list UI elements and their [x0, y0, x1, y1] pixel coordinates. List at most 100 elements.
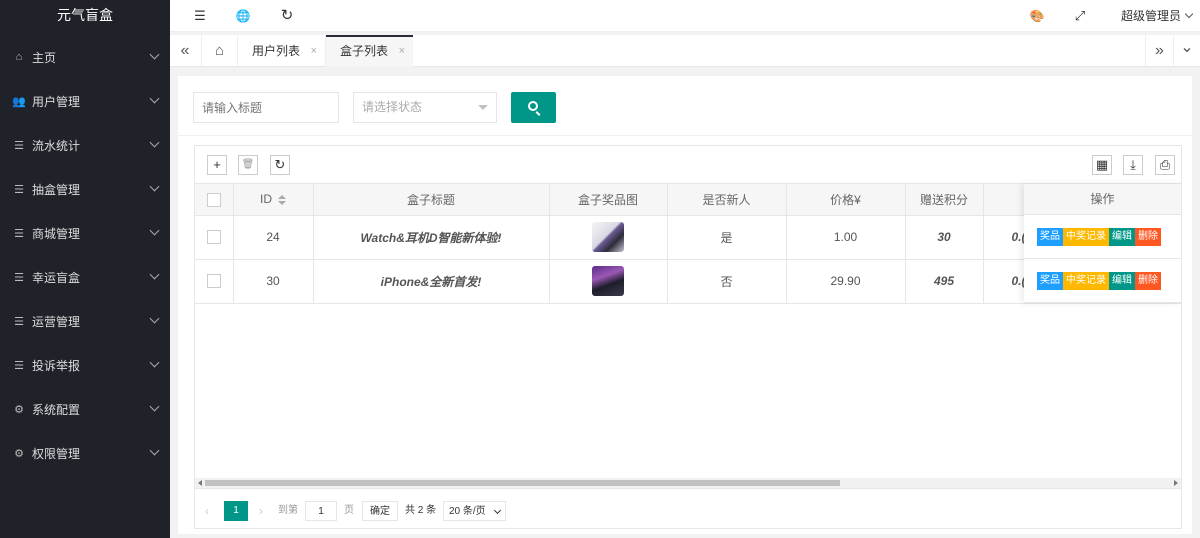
- cell-is-new: 否: [667, 259, 787, 304]
- dropdown-caret-icon: [478, 105, 488, 110]
- pagination: ‹ 1 › 到第 1 页 确定 共 2 条 20 条/页: [195, 488, 1181, 528]
- sidebar-item-label: 用户管理: [32, 94, 81, 109]
- close-icon[interactable]: ×: [399, 35, 405, 67]
- sidebar-item-complaints[interactable]: ☰ 投诉举报: [0, 343, 170, 387]
- sidebar-item-operations[interactable]: ☰ 运营管理: [0, 299, 170, 343]
- export-icon[interactable]: ⤓: [1123, 155, 1143, 175]
- column-header-id[interactable]: ID: [233, 184, 314, 216]
- close-icon[interactable]: ×: [311, 35, 317, 67]
- chevron-down-icon: [1184, 9, 1194, 19]
- home-icon: ⌂: [15, 51, 23, 63]
- sidebar-item-label: 投诉举报: [32, 358, 81, 373]
- row-actions: 奖品 中奖记录 编辑 删除: [1024, 215, 1181, 259]
- tabs-more-icon[interactable]: ⌄: [1173, 35, 1200, 67]
- delete-button[interactable]: 删除: [1135, 271, 1161, 290]
- sidebar-item-label: 权限管理: [32, 446, 81, 461]
- chevron-down-icon: [149, 357, 160, 368]
- tab-label: 盒子列表: [340, 44, 389, 58]
- sidebar-item-label: 抽盒管理: [32, 182, 81, 197]
- menu-toggle-icon[interactable]: ☰: [188, 0, 212, 32]
- sidebar-item-statistics[interactable]: ☰ 流水统计: [0, 123, 170, 167]
- users-icon: 👥: [12, 95, 26, 108]
- cell-title: iPhone&全新首发!: [313, 259, 550, 304]
- cell-price: 29.90: [786, 259, 906, 304]
- tabs-scroll-right-icon[interactable]: »: [1145, 35, 1173, 67]
- select-all-checkbox[interactable]: [206, 192, 221, 207]
- column-header-label: ID: [260, 192, 272, 207]
- row-checkbox[interactable]: [206, 274, 221, 289]
- tab-box-list[interactable]: 盒子列表 ×: [325, 35, 413, 67]
- globe-icon[interactable]: 🌐: [231, 0, 255, 32]
- column-header-actions: 操作: [1024, 184, 1181, 215]
- horizontal-scrollbar[interactable]: [195, 478, 1181, 488]
- prizes-button[interactable]: 奖品: [1037, 227, 1063, 246]
- chevron-down-icon: [149, 313, 160, 324]
- chevron-down-icon: [149, 137, 160, 148]
- title-search-input[interactable]: [193, 92, 339, 123]
- sort-icon[interactable]: [278, 195, 286, 206]
- win-records-button[interactable]: 中奖记录: [1063, 227, 1109, 246]
- admin-name: 超级管理员: [1120, 9, 1181, 23]
- cell-is-new: 是: [667, 215, 787, 260]
- fixed-action-column: 操作 奖品 中奖记录 编辑 删除 奖品 中奖记录 编辑 删除: [1024, 184, 1181, 303]
- sidebar-item-users[interactable]: 👥 用户管理: [0, 79, 170, 123]
- row-select-cell: [195, 259, 234, 304]
- sidebar-item-draw-box[interactable]: ☰ 抽盒管理: [0, 167, 170, 211]
- tabs-scroll-left-icon[interactable]: «: [170, 35, 200, 67]
- list-icon: ☰: [14, 139, 24, 152]
- scrollbar-thumb[interactable]: [205, 480, 840, 486]
- refresh-icon[interactable]: ↻: [275, 0, 299, 32]
- list-icon: ☰: [14, 271, 24, 284]
- sidebar-item-lucky-box[interactable]: ☰ 幸运盲盒: [0, 255, 170, 299]
- sidebar-item-home[interactable]: ⌂ 主页: [0, 35, 170, 79]
- sidebar-item-label: 商城管理: [32, 226, 81, 241]
- sidebar: 元气盲盒 ⌂ 主页 👥 用户管理 ☰ 流水统计 ☰ 抽盒管理 ☰ 商城管理 ☰ 幸运盲盒 ☰…: [0, 0, 170, 538]
- delete-icon[interactable]: 🗑: [238, 155, 258, 175]
- win-records-button[interactable]: 中奖记录: [1063, 271, 1109, 290]
- cell-title: Watch&耳机D智能新体验!: [313, 215, 550, 260]
- sidebar-item-label: 系统配置: [32, 402, 81, 417]
- goto-page-input[interactable]: 1: [305, 501, 337, 521]
- delete-button[interactable]: 删除: [1135, 227, 1161, 246]
- theme-icon[interactable]: 🎨: [1025, 0, 1049, 32]
- refresh-icon[interactable]: ↻: [270, 155, 290, 175]
- status-select[interactable]: 请选择状态: [353, 92, 497, 123]
- edit-button[interactable]: 编辑: [1109, 271, 1135, 290]
- current-page[interactable]: 1: [224, 501, 248, 521]
- admin-user-menu[interactable]: 超级管理员: [1120, 0, 1194, 32]
- cell-id: 24: [233, 215, 314, 260]
- fullscreen-icon[interactable]: ⤢: [1068, 0, 1092, 32]
- cell-prize-image: [549, 259, 668, 304]
- sidebar-item-permissions[interactable]: ⚙ 权限管理: [0, 431, 170, 475]
- add-button[interactable]: +: [207, 155, 227, 175]
- page-unit-label: 页: [344, 505, 354, 516]
- goto-label: 到第: [278, 505, 298, 516]
- gear-icon: ⚙: [14, 447, 24, 460]
- column-header-points: 赠送积分: [905, 184, 984, 216]
- scroll-right-arrow-icon[interactable]: [1174, 480, 1178, 486]
- sidebar-item-system-config[interactable]: ⚙ 系统配置: [0, 387, 170, 431]
- goto-confirm-button[interactable]: 确定: [362, 501, 398, 521]
- next-page-icon[interactable]: ›: [259, 501, 263, 521]
- list-icon: ☰: [14, 359, 24, 372]
- page-size-select[interactable]: 20 条/页: [443, 501, 506, 521]
- main-content: 请选择状态 + 🗑 ↻ ▦ ⤓ ⎙ ID 盒子标题 盒子奖品图 是否新人: [178, 76, 1192, 534]
- column-header-prize-image: 盒子奖品图: [549, 184, 668, 216]
- box-table: + 🗑 ↻ ▦ ⤓ ⎙ ID 盒子标题 盒子奖品图 是否新人 价格¥ 赠送积分 …: [194, 145, 1182, 529]
- prize-thumbnail[interactable]: [592, 222, 624, 252]
- home-tab-icon[interactable]: ⌂: [201, 35, 237, 67]
- scroll-left-arrow-icon[interactable]: [198, 480, 202, 486]
- print-icon[interactable]: ⎙: [1155, 155, 1175, 175]
- prize-thumbnail[interactable]: [592, 266, 624, 296]
- tab-user-list[interactable]: 用户列表 ×: [237, 35, 325, 67]
- search-button[interactable]: [511, 92, 556, 123]
- prizes-button[interactable]: 奖品: [1037, 271, 1063, 290]
- list-icon: ☰: [14, 227, 24, 240]
- page-tabs-bar: « ⌂ 用户列表 × 盒子列表 × » ⌄: [170, 35, 1200, 67]
- list-icon: ☰: [14, 315, 24, 328]
- edit-button[interactable]: 编辑: [1109, 227, 1135, 246]
- sidebar-item-mall[interactable]: ☰ 商城管理: [0, 211, 170, 255]
- columns-filter-icon[interactable]: ▦: [1092, 155, 1112, 175]
- prev-page-icon[interactable]: ‹: [205, 501, 209, 521]
- row-checkbox[interactable]: [206, 230, 221, 245]
